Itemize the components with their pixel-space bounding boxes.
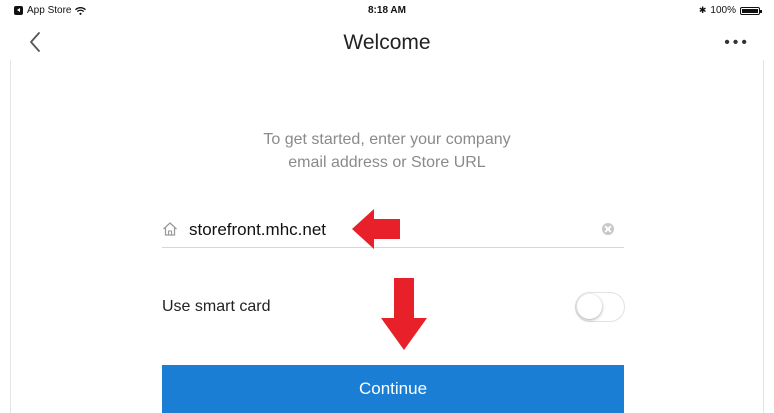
home-icon (162, 221, 178, 242)
right-divider (763, 60, 764, 413)
page-title: Welcome (343, 31, 431, 54)
continue-button[interactable]: Continue (162, 365, 624, 413)
intro-line-2: email address or Store URL (288, 154, 486, 171)
smart-card-toggle[interactable] (575, 292, 625, 322)
more-icon: ••• (724, 34, 750, 51)
clear-icon[interactable] (602, 223, 614, 235)
welcome-screen: App Store 8:18 AM ✱ 100% Welcome ••• To … (0, 0, 774, 413)
status-time: 8:18 AM (368, 5, 406, 16)
battery-icon (740, 6, 762, 15)
more-options-button[interactable]: ••• (724, 35, 750, 51)
intro-line-1: To get started, enter your company (263, 131, 511, 148)
status-bar: App Store 8:18 AM ✱ 100% (0, 0, 774, 22)
status-right: ✱ 100% (698, 5, 762, 16)
annotation-arrow-left-icon (352, 209, 400, 249)
smart-card-label: Use smart card (162, 298, 271, 315)
bluetooth-icon: ✱ (698, 5, 707, 15)
annotation-arrow-down-icon (381, 278, 427, 350)
store-url-value[interactable]: storefront.mhc.net (189, 220, 326, 240)
left-divider (10, 60, 11, 413)
toggle-knob (577, 294, 602, 319)
intro-text: To get started, enter your company email… (0, 128, 774, 174)
battery-percent: 100% (710, 5, 736, 16)
